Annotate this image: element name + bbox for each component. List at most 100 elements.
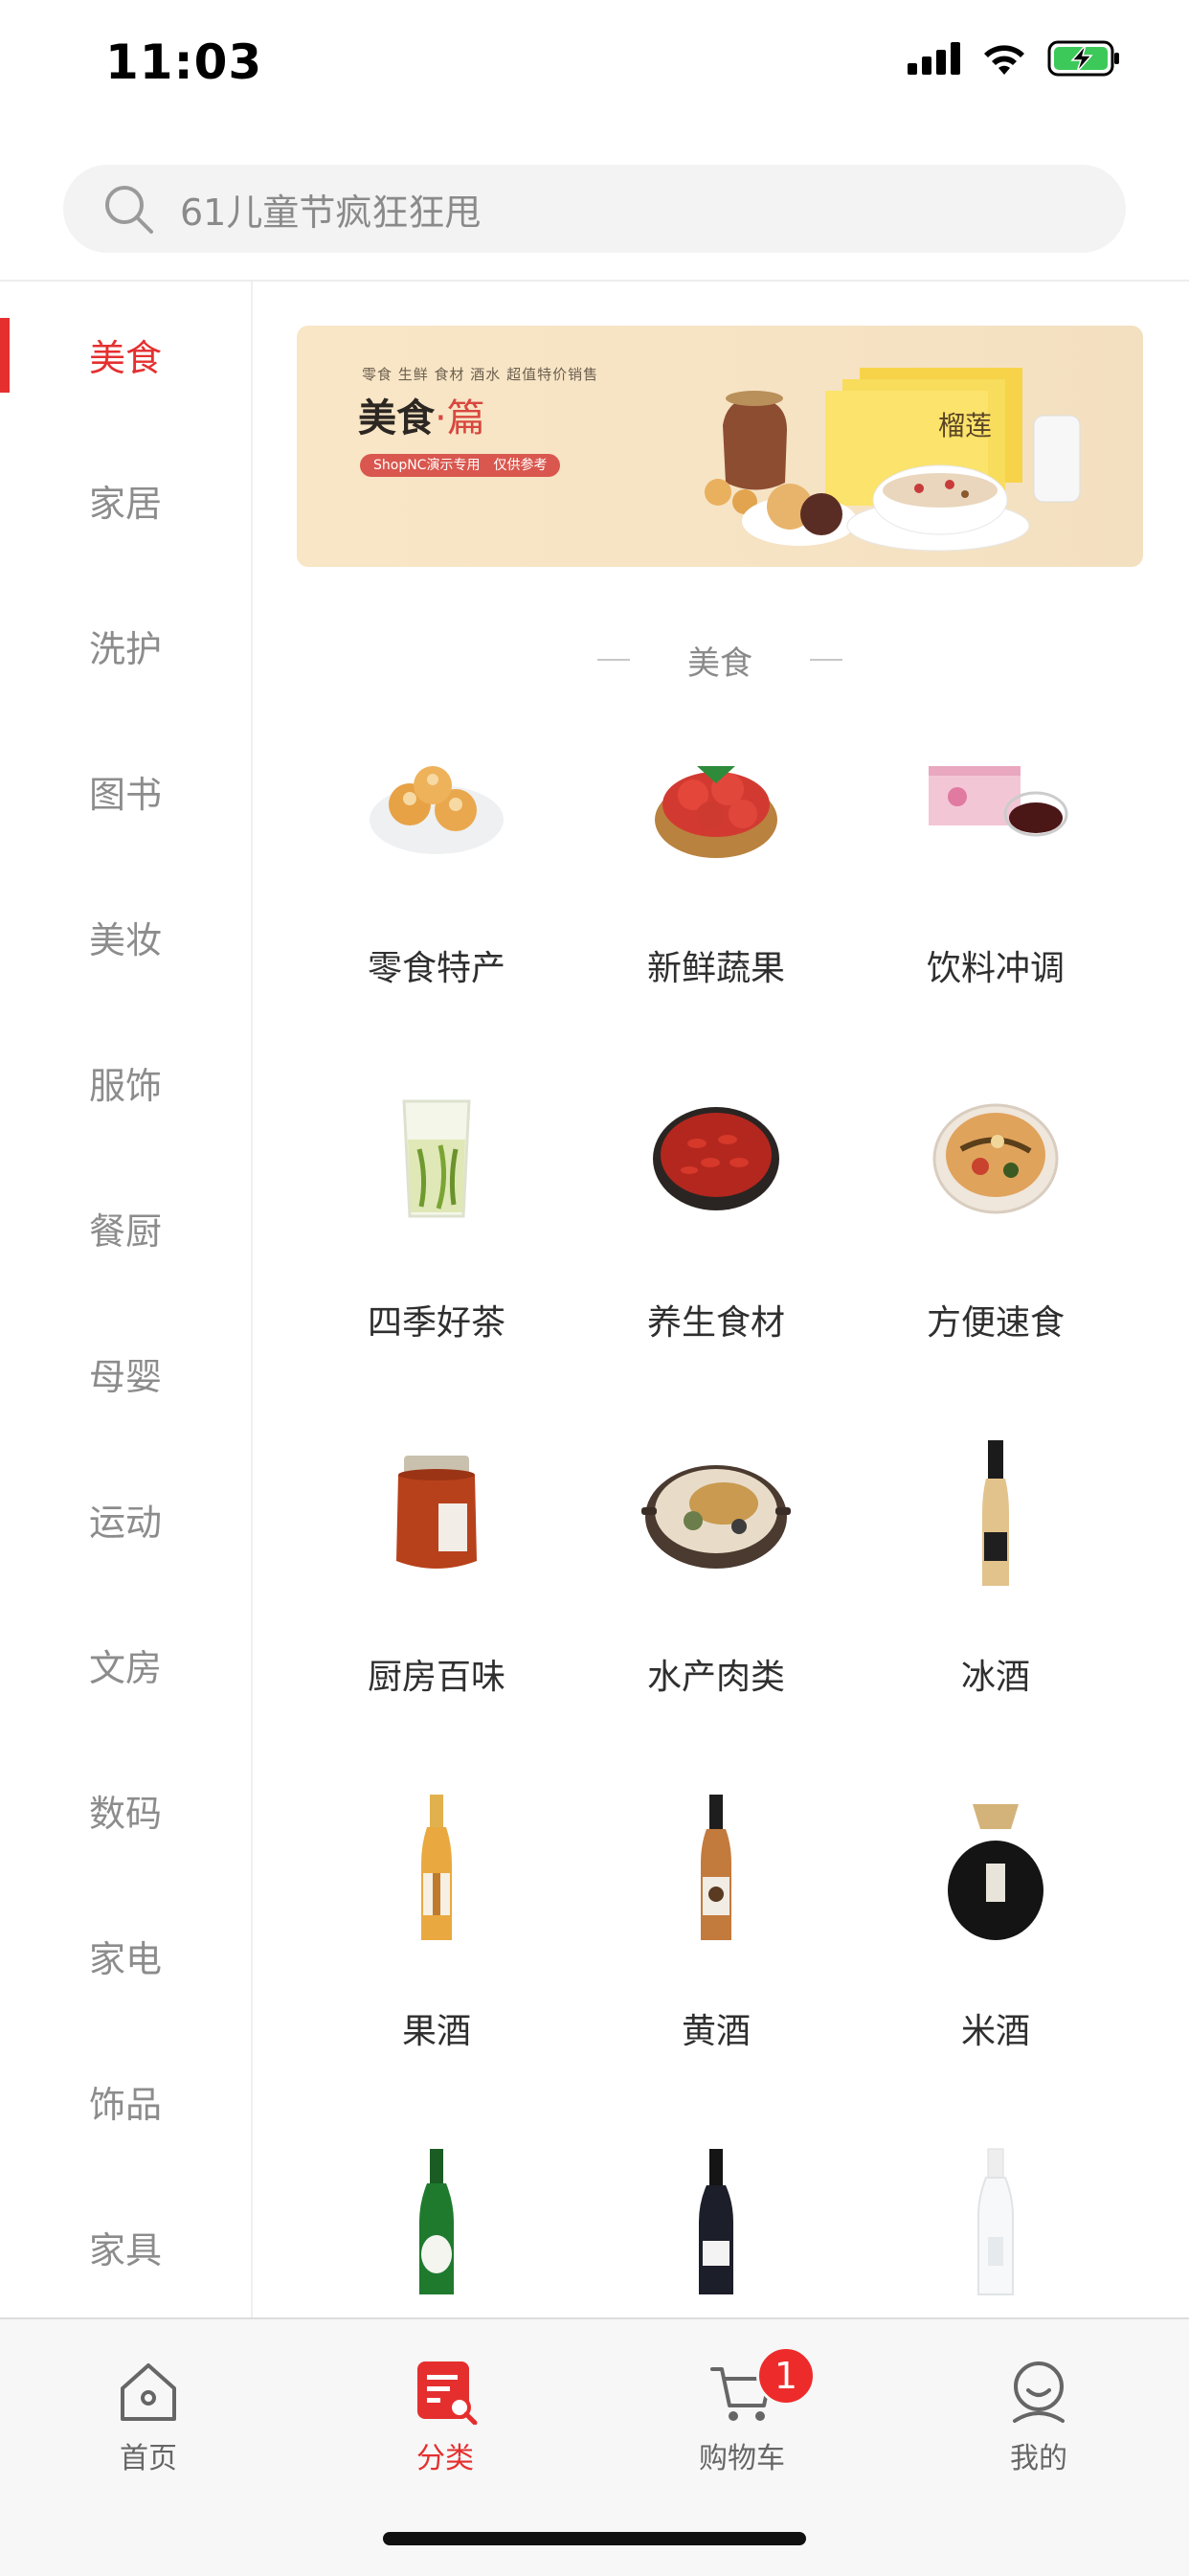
home-icon: [121, 2363, 176, 2421]
tab-category-label: 分类: [416, 2442, 474, 2475]
signal-icon: [908, 42, 960, 75]
category-sidebar: 美食家居洗护图书美妆服饰餐厨母婴运动文房数码家电饰品家具: [0, 282, 253, 2317]
banner-title-main: 美食: [358, 396, 435, 441]
pastry-plate-icon: [370, 766, 504, 854]
sidebar-item[interactable]: 家电: [0, 1883, 251, 2028]
green-bottle-icon: [419, 2149, 454, 2294]
sidebar-item-label: 洗护: [88, 627, 162, 670]
sidebar-item[interactable]: 家具: [0, 2174, 251, 2319]
subcategory-item[interactable]: 新鲜蔬果: [576, 728, 856, 1082]
sidebar-item[interactable]: 美食: [0, 282, 251, 427]
subcategory-item[interactable]: 厨房百味: [297, 1436, 576, 1791]
tab-home-label: 首页: [120, 2442, 177, 2475]
sidebar-item-label: 图书: [88, 773, 162, 816]
food-gift-box-icon: 榴莲: [705, 368, 1081, 552]
sidebar-item-label: 母婴: [88, 1355, 162, 1398]
subcategory-item[interactable]: 黄酒: [576, 1791, 856, 2145]
tab-category[interactable]: 分类: [297, 2348, 594, 2482]
status-icons: [908, 40, 1122, 77]
sidebar-item[interactable]: 洗护: [0, 573, 251, 718]
sidebar-item[interactable]: 母婴: [0, 1300, 251, 1446]
sidebar-item[interactable]: 家居: [0, 427, 251, 573]
sidebar-item-label: 家居: [88, 482, 162, 525]
banner-tag: ShopNC演示专用 仅供参考: [360, 454, 561, 477]
meat-pot-icon: [641, 1465, 791, 1569]
subcategory-item[interactable]: 养生食材: [576, 1082, 856, 1436]
subcategory-label: 米酒: [960, 2012, 1030, 2051]
sidebar-item[interactable]: 图书: [0, 718, 251, 864]
sidebar-item[interactable]: 餐厨: [0, 1155, 251, 1300]
banner-title-accent: ·篇: [435, 396, 485, 441]
sidebar-item[interactable]: 服饰: [0, 1009, 251, 1155]
sidebar-item-label: 运动: [88, 1501, 162, 1544]
subcategory-label: 厨房百味: [367, 1658, 505, 1697]
sidebar-item-label: 文房: [88, 1646, 162, 1689]
subcategory-item[interactable]: 水产肉类: [576, 1436, 856, 1791]
section-title: 美食: [687, 644, 752, 683]
tea-box-icon: [929, 766, 1068, 837]
rice-wine-jar-icon: [948, 1804, 1043, 1940]
subcategory-label: 水产肉类: [646, 1658, 785, 1697]
fruit-wine-bottle-icon: [421, 1795, 452, 1940]
search-bar[interactable]: 61儿童节疯狂狂甩: [63, 165, 1126, 253]
tab-cart-label: 购物车: [699, 2442, 785, 2475]
promo-banner[interactable]: 零食 生鲜 食材 酒水 超值特价销售 美食·篇 ShopNC演示专用 仅供参考 …: [297, 326, 1143, 567]
status-time: 11:03: [105, 34, 263, 90]
banner-title: 美食·篇: [358, 387, 485, 442]
tab-profile-label: 我的: [1010, 2442, 1067, 2475]
tab-cart[interactable]: 1 购物车: [594, 2346, 890, 2482]
sidebar-item-label: 家具: [88, 2228, 162, 2271]
subcategory-label: 四季好茶: [367, 1303, 505, 1343]
yellow-wine-bottle-icon: [701, 1795, 731, 1940]
tab-home[interactable]: 首页: [0, 2348, 297, 2482]
box-label: 榴莲: [938, 410, 992, 441]
subcategory-item[interactable]: 方便速食: [856, 1082, 1135, 1436]
sidebar-item[interactable]: 数码: [0, 1737, 251, 1883]
clear-bottle-icon: [977, 2148, 1014, 2295]
section-heading: 美食: [297, 636, 1143, 684]
banner-subtitle: 零食 生鲜 食材 酒水 超值特价销售: [362, 366, 599, 383]
sidebar-item[interactable]: 饰品: [0, 2028, 251, 2174]
sidebar-item[interactable]: 运动: [0, 1446, 251, 1592]
search-icon: [105, 186, 153, 234]
sidebar-item[interactable]: 美妆: [0, 864, 251, 1009]
search-placeholder: 61儿童节疯狂狂甩: [180, 191, 482, 234]
subcategory-item[interactable]: 米酒: [856, 1791, 1135, 2145]
sidebar-item-label: 美食: [88, 336, 162, 379]
subcategory-item[interactable]: 冰酒: [856, 1436, 1135, 1791]
battery-charging-icon: [1047, 40, 1119, 77]
status-bar: 11:03: [0, 0, 1189, 134]
subcategory-label: 果酒: [401, 2012, 471, 2051]
subcategory-item[interactable]: 零食特产: [297, 728, 576, 1082]
strawberry-basket-icon: [655, 766, 777, 858]
subcategory-label: 零食特产: [367, 949, 505, 988]
cart-count-badge: 1: [756, 2346, 816, 2406]
subcategory-item[interactable]: 四季好茶: [297, 1082, 576, 1436]
subcategory-item[interactable]: 果酒: [297, 1791, 576, 2145]
subcategory-label: 方便速食: [926, 1303, 1065, 1343]
ice-wine-bottle-icon: [982, 1440, 1009, 1586]
subcategory-label: 饮料冲调: [926, 949, 1065, 988]
active-marker: [0, 318, 10, 393]
noodle-bowl-icon: [932, 1103, 1059, 1214]
goji-bowl-icon: [653, 1107, 779, 1210]
sidebar-item-label: 饰品: [88, 2083, 162, 2126]
green-tea-glass-icon: [402, 1099, 471, 1218]
wifi-icon: [984, 45, 1024, 75]
sauce-jar-icon: [396, 1456, 477, 1569]
home-indicator[interactable]: [383, 2532, 806, 2545]
sidebar-item-label: 家电: [88, 1937, 162, 1980]
subcategory-label: 黄酒: [681, 2012, 751, 2051]
heading-dash-left: [597, 659, 630, 661]
subcategory-label: 新鲜蔬果: [646, 949, 785, 988]
sidebar-item-label: 数码: [88, 1792, 162, 1835]
tab-profile[interactable]: 我的: [890, 2348, 1187, 2482]
sidebar-item-label: 服饰: [88, 1064, 162, 1107]
profile-icon: [1013, 2361, 1065, 2423]
sidebar-item-label: 美妆: [88, 918, 162, 961]
category-icon: [417, 2361, 478, 2425]
heading-dash-right: [810, 659, 842, 661]
subcategory-item[interactable]: 饮料冲调: [856, 728, 1135, 1082]
sidebar-item-label: 餐厨: [88, 1209, 162, 1253]
sidebar-item[interactable]: 文房: [0, 1592, 251, 1737]
